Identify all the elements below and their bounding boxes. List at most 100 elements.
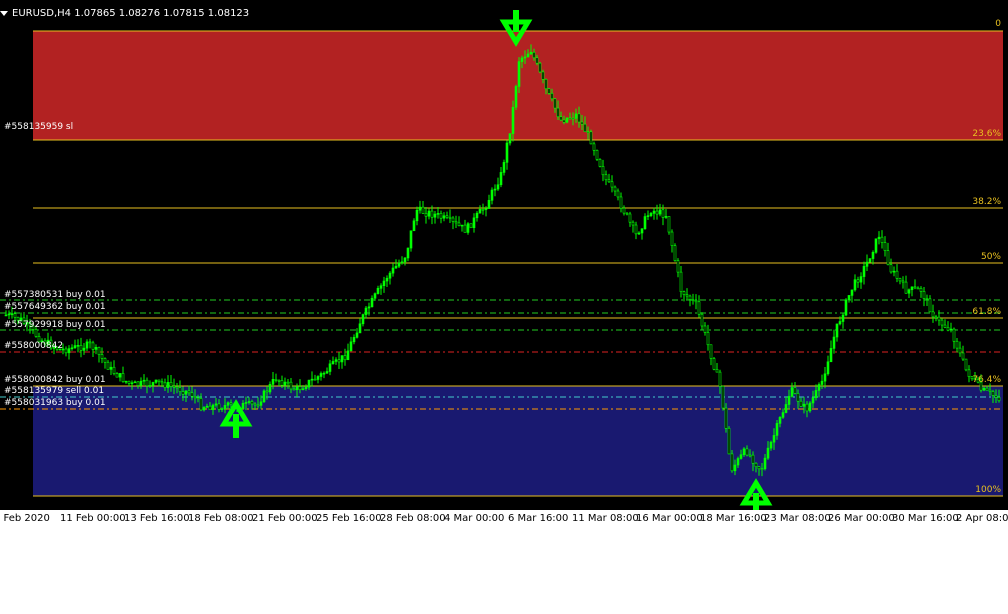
candle-body bbox=[607, 179, 611, 183]
candle-body bbox=[838, 321, 842, 325]
time-tick: 7 Feb 2020 bbox=[0, 513, 50, 524]
candle-body bbox=[199, 398, 203, 411]
candle-body bbox=[625, 212, 629, 215]
candle-body bbox=[142, 379, 146, 382]
candle-body bbox=[826, 361, 830, 375]
candle-body bbox=[643, 216, 647, 230]
candle-body bbox=[184, 390, 188, 395]
candle-body bbox=[640, 228, 644, 234]
candle-body bbox=[703, 325, 707, 333]
candle-body bbox=[892, 270, 896, 273]
candle-body bbox=[532, 51, 536, 59]
candle-body bbox=[688, 295, 692, 300]
candle-body bbox=[943, 324, 947, 328]
candle-body bbox=[790, 387, 794, 397]
candle-body bbox=[637, 232, 641, 235]
candle-body bbox=[661, 209, 665, 218]
candle-body bbox=[337, 359, 341, 363]
candle-body bbox=[670, 231, 674, 246]
candle-body bbox=[961, 352, 965, 360]
order-label-buy-5[interactable]: #558031963 buy 0.01 bbox=[4, 398, 106, 408]
candle-body bbox=[769, 441, 773, 449]
order-label-buy-2[interactable]: #557649362 buy 0.01 bbox=[4, 302, 106, 312]
candle-body bbox=[871, 252, 875, 259]
time-tick: 16 Mar 00:00 bbox=[636, 513, 703, 524]
candle-body bbox=[343, 355, 347, 361]
candle-body bbox=[286, 381, 290, 384]
candle-body bbox=[265, 390, 269, 393]
candle-body bbox=[259, 401, 263, 406]
triangle-down-icon[interactable] bbox=[0, 11, 8, 16]
candle-body bbox=[709, 344, 713, 359]
candle-body bbox=[109, 366, 113, 370]
candle-body bbox=[823, 373, 827, 382]
candle-body bbox=[628, 213, 632, 223]
candle-body bbox=[529, 51, 533, 55]
candle-body bbox=[478, 208, 482, 214]
candle-body bbox=[706, 332, 710, 346]
fib-label-50: 50% bbox=[980, 252, 1001, 262]
order-label-buy-3[interactable]: #557929918 buy 0.01 bbox=[4, 320, 106, 330]
candle-body bbox=[421, 206, 425, 214]
candle-body bbox=[328, 363, 332, 372]
time-tick: 25 Feb 16:00 bbox=[316, 513, 382, 524]
blank-area bbox=[0, 527, 1008, 614]
candle-body bbox=[157, 379, 161, 382]
candle-body bbox=[931, 311, 935, 318]
candle-body bbox=[787, 396, 791, 405]
candle-body bbox=[736, 458, 740, 466]
candle-body bbox=[565, 117, 569, 123]
candle-body bbox=[361, 314, 365, 325]
fib-label-23-6: 23.6% bbox=[972, 129, 1001, 139]
candle-body bbox=[205, 405, 209, 408]
candle-body bbox=[550, 93, 554, 100]
candle-body bbox=[121, 373, 125, 382]
candle-body bbox=[805, 403, 809, 412]
candle-body bbox=[289, 381, 293, 390]
candle-body bbox=[262, 390, 266, 403]
candle-body bbox=[520, 57, 524, 62]
candle-body bbox=[430, 210, 434, 218]
candle-body bbox=[127, 380, 131, 384]
candle-body bbox=[307, 379, 311, 388]
chart-window[interactable]: EURUSD,H4 1.07865 1.08276 1.07815 1.0812… bbox=[0, 0, 1008, 510]
candle-body bbox=[547, 88, 551, 94]
candle-body bbox=[835, 323, 839, 338]
candle-body bbox=[379, 285, 383, 289]
candle-body bbox=[985, 387, 989, 391]
candle-body bbox=[982, 387, 986, 391]
price-chart[interactable] bbox=[0, 0, 1008, 510]
candle-body bbox=[772, 435, 776, 443]
fib-label-61-8: 61.8% bbox=[972, 307, 1001, 317]
candle-body bbox=[814, 390, 818, 399]
time-tick: 18 Mar 16:00 bbox=[700, 513, 767, 524]
order-label-sl[interactable]: #558135959 sl bbox=[4, 122, 73, 132]
candle-body bbox=[271, 379, 275, 385]
order-label-buy-1[interactable]: #557380531 buy 0.01 bbox=[4, 290, 106, 300]
candle-body bbox=[79, 345, 83, 351]
candle-body bbox=[88, 341, 92, 344]
candle-body bbox=[517, 61, 521, 87]
candle-body bbox=[526, 53, 530, 58]
order-label-sell[interactable]: #558135979 sell 0.01 bbox=[4, 386, 104, 396]
order-label-buy-4[interactable]: #558000842 buy 0.01 bbox=[4, 375, 106, 385]
candle-body bbox=[256, 404, 260, 407]
time-tick: 6 Mar 16:00 bbox=[508, 513, 569, 524]
candle-body bbox=[829, 348, 833, 363]
candle-body bbox=[907, 289, 911, 294]
candle-body bbox=[169, 381, 173, 387]
order-label-overlap[interactable]: #558000842 bbox=[4, 341, 63, 351]
candle-body bbox=[652, 210, 656, 214]
candle-body bbox=[331, 361, 335, 365]
candle-body bbox=[190, 392, 194, 397]
fib-label-100: 100% bbox=[975, 485, 1001, 495]
candle-body bbox=[247, 401, 251, 403]
candle-body bbox=[592, 143, 596, 151]
candle-body bbox=[655, 210, 659, 215]
candle-body bbox=[253, 403, 257, 406]
candle-body bbox=[922, 291, 926, 299]
candle-body bbox=[295, 386, 299, 390]
candle-body bbox=[841, 314, 845, 322]
candle-body bbox=[7, 313, 11, 316]
candle-body bbox=[211, 404, 215, 410]
